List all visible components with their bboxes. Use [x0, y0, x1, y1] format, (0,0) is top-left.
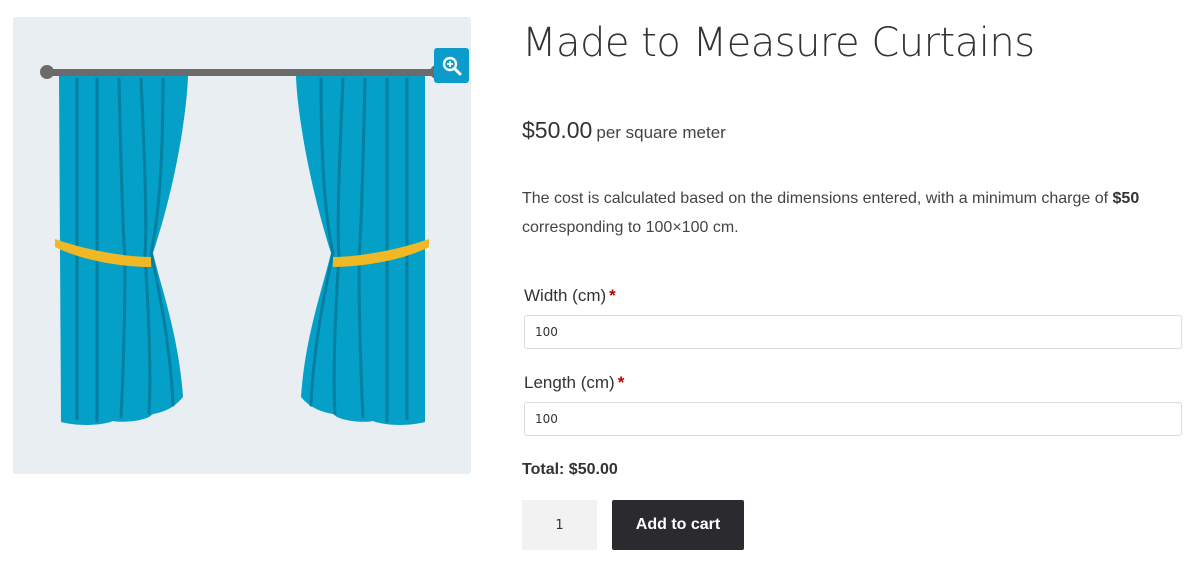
width-label-text: Width (cm): [524, 286, 607, 305]
width-required-marker: *: [609, 286, 616, 305]
quantity-input[interactable]: [522, 500, 597, 550]
description-minimum: $50: [1112, 190, 1140, 207]
price-amount: $50.00: [522, 117, 593, 143]
total-price: Total: $50.00: [522, 461, 618, 478]
magnifier-zoom-icon: [442, 56, 461, 75]
curtains-illustration: [40, 65, 444, 425]
product-price: $50.00 per square meter: [522, 117, 726, 144]
product-description: The cost is calculated based on the dime…: [522, 184, 1182, 242]
description-prefix: The cost is calculated based on the dime…: [522, 190, 1113, 207]
description-suffix: corresponding to 100×100 cm.: [522, 219, 739, 236]
length-input[interactable]: [524, 402, 1182, 436]
width-label: Width (cm) *: [524, 286, 616, 306]
width-input[interactable]: [524, 315, 1182, 349]
product-title: Made to Measure Curtains: [522, 20, 1035, 66]
product-image[interactable]: [13, 17, 471, 474]
length-required-marker: *: [617, 373, 625, 392]
zoom-button[interactable]: [434, 48, 469, 83]
add-to-cart-button[interactable]: Add to cart: [612, 500, 744, 550]
length-label: Length (cm) *: [524, 373, 624, 393]
price-suffix: per square meter: [596, 123, 726, 142]
length-label-text: Length (cm): [524, 373, 615, 392]
